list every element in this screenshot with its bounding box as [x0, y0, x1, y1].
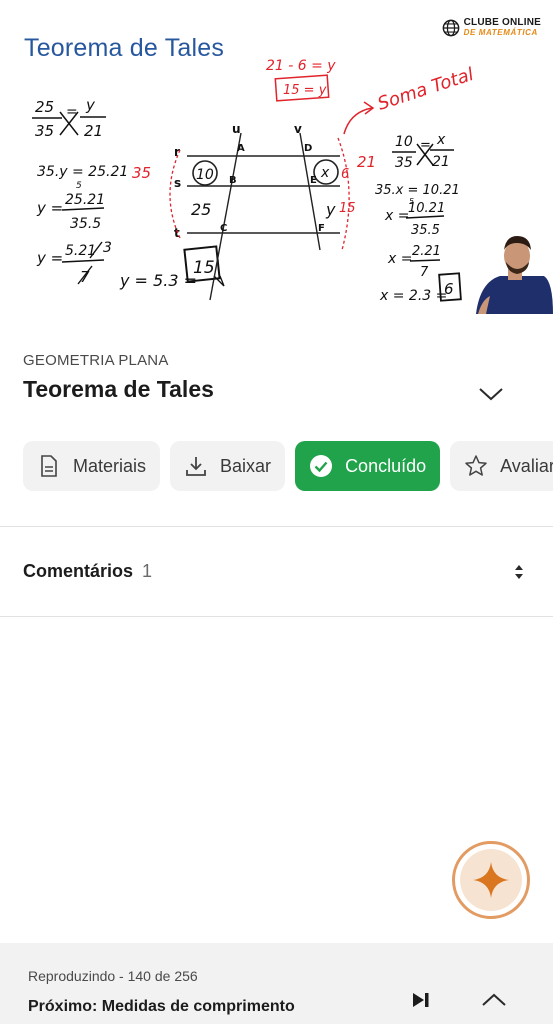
comments-header[interactable]: Comentários 1	[23, 561, 152, 582]
playing-status: Reproduzindo - 140 de 256	[28, 968, 198, 984]
right-result-box: 6	[444, 280, 454, 298]
right-eq1-den: 35	[395, 155, 413, 171]
label-F: F	[318, 223, 325, 234]
left-step2-den: 35.5	[70, 216, 101, 232]
divider	[0, 526, 553, 527]
label-D: D	[304, 143, 312, 154]
label-t: t	[174, 226, 180, 240]
chevron-down-icon	[479, 388, 503, 401]
document-icon	[37, 454, 61, 478]
assistant-fab-button[interactable]	[452, 841, 530, 919]
sort-comments-button[interactable]	[508, 560, 530, 584]
comments-label: Comentários	[23, 561, 134, 581]
left-eq1-den: 35	[35, 122, 54, 140]
segment-10: 10	[196, 167, 214, 183]
lesson-category: GEOMETRIA PLANA	[23, 352, 169, 369]
segment-x: x	[320, 165, 330, 181]
right-result: x = 2.3 =	[379, 288, 447, 304]
right-step2-num: 10.21	[408, 201, 445, 216]
left-step3-mark: 3	[103, 240, 112, 256]
soma-total: Soma Total	[375, 64, 476, 115]
left-step1-cancel: 5	[76, 181, 82, 191]
expand-description-button[interactable]	[475, 380, 507, 408]
video-player[interactable]: Teorema de Tales CLUBE ONLINE DE MATEMÁT…	[0, 0, 553, 320]
materials-label: Materiais	[73, 455, 147, 476]
label-B: B	[229, 175, 237, 186]
right-eq1-rden: 21	[432, 154, 450, 170]
expand-playlist-button[interactable]	[479, 988, 509, 1012]
left-step2-num: 25.21	[65, 192, 105, 208]
left-step3-lhs: y =	[36, 249, 63, 267]
download-button[interactable]: Baixar	[170, 441, 286, 491]
label-A: A	[237, 143, 245, 154]
svg-text:=: =	[420, 138, 431, 153]
sparkle-icon	[473, 862, 509, 898]
download-icon	[184, 454, 208, 478]
right-eq1-num: 10	[395, 134, 413, 150]
red-15: 15	[339, 201, 356, 216]
svg-text:=: =	[66, 104, 78, 120]
completed-button[interactable]: Concluído	[295, 441, 441, 491]
presenter-avatar	[476, 236, 553, 314]
whiteboard-notes: 25 35 = y 21 35.y = 25.21 5 y = 25.21 35…	[32, 58, 553, 314]
left-result-box: 15	[193, 258, 215, 278]
top-eq: 21 - 6 = y	[266, 58, 336, 74]
label-u: u	[232, 122, 241, 136]
segment-y: y	[325, 200, 336, 219]
label-s: s	[174, 176, 181, 190]
left-eq1-rden: 21	[84, 122, 103, 140]
label-v: v	[294, 122, 302, 136]
top-result: 15 = y	[283, 83, 327, 98]
right-step1: 35.x = 10.21	[375, 183, 460, 198]
left-eq1-rnum: y	[85, 96, 96, 114]
right-step3-num: 2.21	[412, 244, 441, 259]
chevron-up-icon	[482, 993, 506, 1006]
sort-arrows-icon	[515, 565, 523, 579]
right-step2-lhs: x =	[384, 208, 409, 224]
lesson-title: Teorema de Tales	[23, 376, 214, 402]
rate-button[interactable]: Avaliar	[450, 441, 553, 491]
divider	[0, 616, 553, 617]
red-6: 6	[341, 167, 349, 182]
red-21: 21	[357, 153, 376, 171]
right-eq1-rnum: x	[436, 132, 446, 148]
next-lesson-label: Próximo: Medidas de comprimento	[28, 998, 295, 1015]
completed-label: Concluído	[345, 455, 427, 476]
check-circle-icon	[309, 454, 333, 478]
left-result: y = 5.3 =	[119, 271, 197, 290]
left-eq1-num: 25	[35, 98, 54, 116]
materials-button[interactable]: Materiais	[23, 441, 161, 491]
playlist-player-bar[interactable]: Reproduzindo - 140 de 256 Próximo: Medid…	[0, 943, 553, 1024]
right-step3-den: 7	[420, 265, 429, 280]
lesson-actions: Materiais Baixar Concluído Avaliar	[23, 441, 553, 491]
skip-next-icon	[413, 993, 429, 1007]
download-label: Baixar	[220, 455, 272, 476]
left-step2-lhs: y =	[36, 199, 63, 217]
comments-count: 1	[142, 561, 153, 581]
right-step3-lhs: x =	[387, 251, 412, 267]
right-step2-den: 35.5	[411, 223, 440, 238]
left-step1: 35.y = 25.21	[37, 164, 128, 180]
star-icon	[464, 454, 488, 478]
label-C: C	[220, 223, 227, 234]
rate-label: Avaliar	[500, 455, 553, 476]
skip-next-button[interactable]	[408, 989, 434, 1011]
label-E: E	[310, 175, 317, 186]
red-35: 35	[132, 164, 151, 182]
segment-25: 25	[191, 200, 211, 219]
